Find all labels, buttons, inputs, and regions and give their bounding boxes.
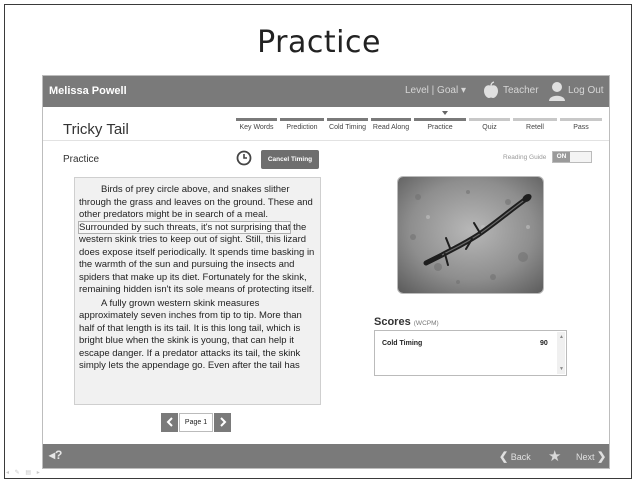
scores-unit: (WCPM) xyxy=(413,320,439,327)
help-button[interactable]: ◂? xyxy=(49,448,62,462)
step-cold-timing[interactable]: Cold Timing xyxy=(326,114,369,136)
step-retell[interactable]: Retell xyxy=(512,114,558,136)
step-label: Cold Timing xyxy=(329,124,366,131)
reading-guide-toggle[interactable]: ON xyxy=(552,151,592,163)
step-pass[interactable]: Pass xyxy=(559,114,603,136)
scores-list: Cold Timing 90 ▲ ▼ xyxy=(374,330,567,376)
slide: Practice Melissa Powell Level | Goal ▾ T… xyxy=(4,4,632,479)
top-bar: Melissa Powell Level | Goal ▾ Teacher Lo… xyxy=(43,76,609,107)
back-label: Back xyxy=(510,452,531,462)
logout-link[interactable]: Log Out xyxy=(568,85,604,96)
scroll-up-icon[interactable]: ▲ xyxy=(559,334,564,340)
reading-guide-highlight: Surrounded by such threats, it's not sur… xyxy=(77,220,292,234)
toggle-state: ON xyxy=(553,152,570,162)
back-button[interactable]: ❮ Back xyxy=(499,450,531,463)
lizard-image xyxy=(398,177,543,293)
step-prediction[interactable]: Prediction xyxy=(279,114,325,136)
step-label: Read Along xyxy=(372,124,410,131)
step-key-words[interactable]: Key Words xyxy=(235,114,278,136)
step-read-along[interactable]: Read Along xyxy=(370,114,412,136)
passage-paragraph: A fully grown western skink measures app… xyxy=(79,297,302,372)
passage-paragraph: Birds of prey circle above, and snakes s… xyxy=(77,184,316,297)
skink-photo xyxy=(397,176,544,294)
help-label: ? xyxy=(55,448,63,462)
passage-text: Birds of prey circle above, and snakes s… xyxy=(79,184,313,220)
user-icon xyxy=(549,82,565,101)
next-page-button[interactable] xyxy=(214,413,231,432)
reading-app: Melissa Powell Level | Goal ▾ Teacher Lo… xyxy=(42,75,610,469)
cancel-timing-button[interactable]: Cancel Timing xyxy=(261,150,319,169)
reading-passage: Birds of prey circle above, and snakes s… xyxy=(74,177,321,405)
scores-title: Scores (WCPM) xyxy=(374,316,439,328)
bottom-bar: ◂? ❮ Back ★ Next ❯ xyxy=(43,444,609,468)
step-label: Pass xyxy=(573,124,589,131)
next-label: Next xyxy=(576,452,595,462)
previous-page-button[interactable] xyxy=(161,413,178,432)
step-quiz[interactable]: Quiz xyxy=(468,114,511,136)
lesson-title: Tricky Tail xyxy=(63,121,129,138)
step-label: Practice xyxy=(427,124,453,131)
scroll-down-icon[interactable]: ▼ xyxy=(559,366,564,372)
level-goal-dropdown[interactable]: Level | Goal ▾ xyxy=(405,85,466,96)
chevron-right-icon xyxy=(219,417,226,427)
step-label: Quiz xyxy=(482,124,497,131)
next-button[interactable]: Next ❯ xyxy=(576,450,606,463)
slide-nav-icons[interactable]: ◂ ✎ ▤ ▸ xyxy=(6,469,42,476)
progress-steps: Key Words Prediction Cold Timing Read Al… xyxy=(235,114,605,136)
chevron-left-icon xyxy=(166,417,173,427)
step-label: Prediction xyxy=(286,124,318,131)
clock-icon xyxy=(236,150,252,166)
page-label: Page 1 xyxy=(179,413,213,432)
step-label: Retell xyxy=(526,124,544,131)
teacher-link[interactable]: Teacher xyxy=(503,85,539,96)
step-label: Key Words xyxy=(239,124,274,131)
score-value: 90 xyxy=(540,340,548,347)
divider xyxy=(43,140,609,141)
star-icon[interactable]: ★ xyxy=(548,447,561,465)
slide-title: Practice xyxy=(257,25,381,60)
chevron-right-icon: ❯ xyxy=(597,451,607,463)
scores-heading: Scores xyxy=(374,316,411,328)
apple-icon xyxy=(484,81,498,98)
score-name: Cold Timing xyxy=(382,340,423,347)
section-label: Practice xyxy=(63,154,100,165)
reading-guide-label: Reading Guide xyxy=(503,154,547,161)
user-name: Melissa Powell xyxy=(49,85,127,97)
chevron-left-icon: ❮ xyxy=(499,451,509,463)
step-practice[interactable]: Practice xyxy=(413,114,467,136)
